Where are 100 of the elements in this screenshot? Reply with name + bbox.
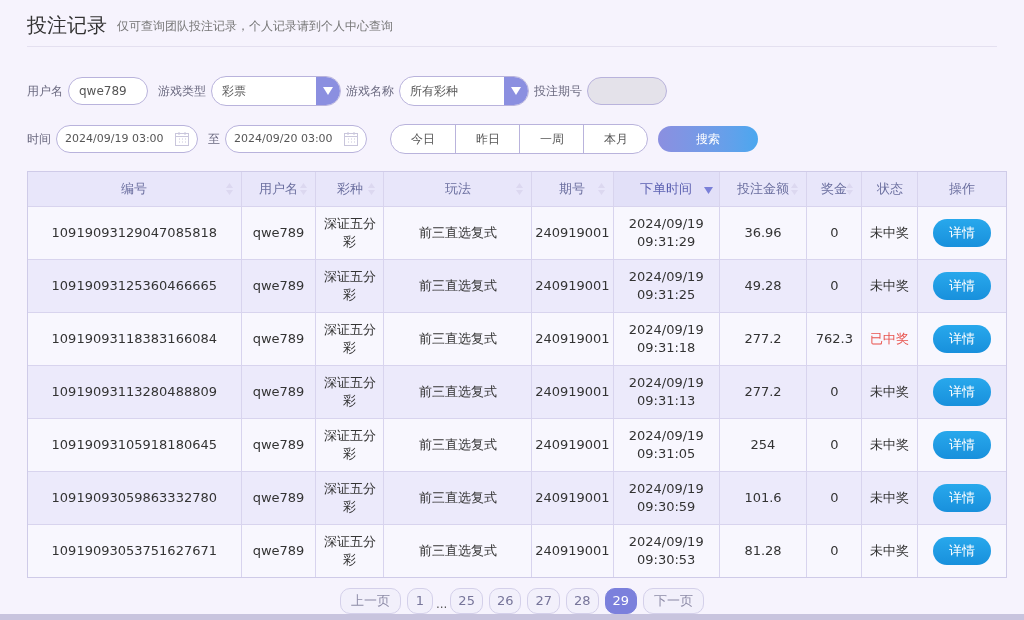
to-label: 至 xyxy=(208,131,220,148)
status-text: 未中奖 xyxy=(870,436,910,455)
table-cell-text: 0 xyxy=(830,224,839,243)
date-text: 2024/09/19 xyxy=(628,374,704,392)
game-type-dropdown[interactable]: 彩票 xyxy=(211,76,341,106)
status-text: 未中奖 xyxy=(870,489,910,508)
table-cell-text: 0 xyxy=(830,489,839,508)
caret-icon xyxy=(511,87,521,95)
table-cell-text: 深证五分彩 xyxy=(322,215,377,251)
details-button[interactable]: 详情 xyxy=(933,484,992,512)
page-title: 投注记录 xyxy=(27,12,107,38)
table-cell-text: 前三直选复式 xyxy=(418,489,497,508)
time-text: 09:30:59 xyxy=(637,498,696,516)
page-button[interactable]: 28 xyxy=(566,588,599,614)
page-button[interactable]: 26 xyxy=(488,588,522,614)
date-text: 2024/09/19 xyxy=(628,268,704,286)
date-text: 2024/09/19 xyxy=(628,427,704,445)
table-cell-text: 36.96 xyxy=(744,224,782,243)
details-button[interactable]: 详情 xyxy=(933,431,992,459)
table-cell-text: qwe789 xyxy=(252,383,305,402)
table-cell-text: qwe789 xyxy=(252,542,305,561)
time-text: 09:31:13 xyxy=(637,392,696,410)
details-button[interactable]: 详情 xyxy=(933,537,992,565)
status-text: 未中奖 xyxy=(870,383,910,402)
table-cell-text: 277.2 xyxy=(744,330,782,349)
page-button[interactable]: 25 xyxy=(450,588,483,614)
username-field[interactable]: qwe789 xyxy=(68,77,148,105)
table-cell-text: 深证五分彩 xyxy=(322,533,377,569)
issue-label: 投注期号 xyxy=(534,83,582,100)
table-cell-text: 深证五分彩 xyxy=(322,374,377,410)
date-text: 2024/09/19 xyxy=(628,215,704,233)
table-cell-text: 277.2 xyxy=(744,383,782,402)
time-text: 09:31:05 xyxy=(637,445,696,463)
sort-descending-icon xyxy=(703,187,713,194)
table-cell-text: 前三直选复式 xyxy=(418,224,497,243)
table-cell-text: 0 xyxy=(830,436,839,455)
date-range-button[interactable]: 昨日 xyxy=(455,125,519,153)
table-cell-text: 前三直选复式 xyxy=(418,436,497,455)
table-cell-text: 深证五分彩 xyxy=(322,427,377,463)
time-label: 时间 xyxy=(27,131,51,148)
status-text: 未中奖 xyxy=(870,542,910,561)
dropdown-toggle[interactable] xyxy=(504,77,528,105)
table-cell-text: 10919093113280488809 xyxy=(51,383,217,402)
date-text: 2024/09/19 xyxy=(628,533,704,551)
search-button[interactable]: 搜索 xyxy=(658,126,758,152)
page-subtitle: 仅可查询团队投注记录，个人记录请到个人中心查询 xyxy=(117,18,393,35)
table-cell-text: 10919093059863332780 xyxy=(51,489,217,508)
table-cell-text: 深证五分彩 xyxy=(322,268,377,304)
time-text: 09:31:25 xyxy=(637,286,696,304)
table-cell-text: 240919001 xyxy=(535,436,610,455)
username-label: 用户名 xyxy=(27,83,63,100)
game-name-dropdown[interactable]: 所有彩种 xyxy=(399,76,529,106)
table-cell-text: 10919093105918180645 xyxy=(51,436,217,455)
date-range-button[interactable]: 今日 xyxy=(391,125,455,153)
table-cell-text: 0 xyxy=(830,383,839,402)
date-range-button[interactable]: 一周 xyxy=(519,125,583,153)
table-cell-text: 0 xyxy=(830,542,839,561)
caret-icon xyxy=(323,87,333,95)
table-cell-text: 深证五分彩 xyxy=(322,480,377,516)
table-cell-text: 240919001 xyxy=(535,542,610,561)
table-cell-text: 49.28 xyxy=(744,277,782,296)
dropdown-toggle[interactable] xyxy=(316,77,340,105)
page-button[interactable]: 1 xyxy=(406,588,433,614)
table-cell-text: 10919093053751627671 xyxy=(51,542,217,561)
table-cell-text: 240919001 xyxy=(535,383,610,402)
details-button[interactable]: 详情 xyxy=(933,219,992,247)
table-cell-text: 240919001 xyxy=(535,489,610,508)
table-cell-text: 10919093118383166084 xyxy=(51,330,217,349)
details-button[interactable]: 详情 xyxy=(933,378,992,406)
date-text: 2024/09/19 xyxy=(628,321,704,339)
game-type-label: 游戏类型 xyxy=(158,83,206,100)
pagination-ellipsis: ... xyxy=(435,596,448,613)
calendar-icon[interactable] xyxy=(344,132,358,146)
table-cell-text: qwe789 xyxy=(252,436,305,455)
calendar-icon[interactable] xyxy=(175,132,189,146)
table-cell-text: 前三直选复式 xyxy=(418,277,497,296)
column-header[interactable]: 下单时间 xyxy=(613,172,719,206)
page-button[interactable]: 29 xyxy=(604,588,638,614)
status-text: 未中奖 xyxy=(870,277,910,296)
page-button[interactable]: 27 xyxy=(527,588,560,614)
issue-field[interactable] xyxy=(587,77,667,105)
table-cell-text: 0 xyxy=(830,277,839,296)
table-cell-text: qwe789 xyxy=(252,489,305,508)
time-text: 09:31:29 xyxy=(637,233,696,251)
table-cell-text: 254 xyxy=(750,436,776,455)
table-cell-text: 240919001 xyxy=(535,224,610,243)
table-cell-text: qwe789 xyxy=(252,330,305,349)
date-range-button[interactable]: 本月 xyxy=(583,125,647,153)
table-cell-text: 101.6 xyxy=(744,489,782,508)
status-text: 已中奖 xyxy=(870,330,910,349)
table-cell-text: 240919001 xyxy=(535,330,610,349)
table-cell-text: 240919001 xyxy=(535,277,610,296)
table-cell-text: 前三直选复式 xyxy=(418,330,497,349)
details-button[interactable]: 详情 xyxy=(933,272,992,300)
details-button[interactable]: 详情 xyxy=(933,325,992,353)
start-date-field[interactable]: 2024/09/19 03:00 xyxy=(56,125,198,153)
table-cell-text: qwe789 xyxy=(252,224,305,243)
end-date-field[interactable]: 2024/09/20 03:00 xyxy=(225,125,367,153)
date-text: 2024/09/19 xyxy=(628,480,704,498)
status-text: 未中奖 xyxy=(870,224,910,243)
